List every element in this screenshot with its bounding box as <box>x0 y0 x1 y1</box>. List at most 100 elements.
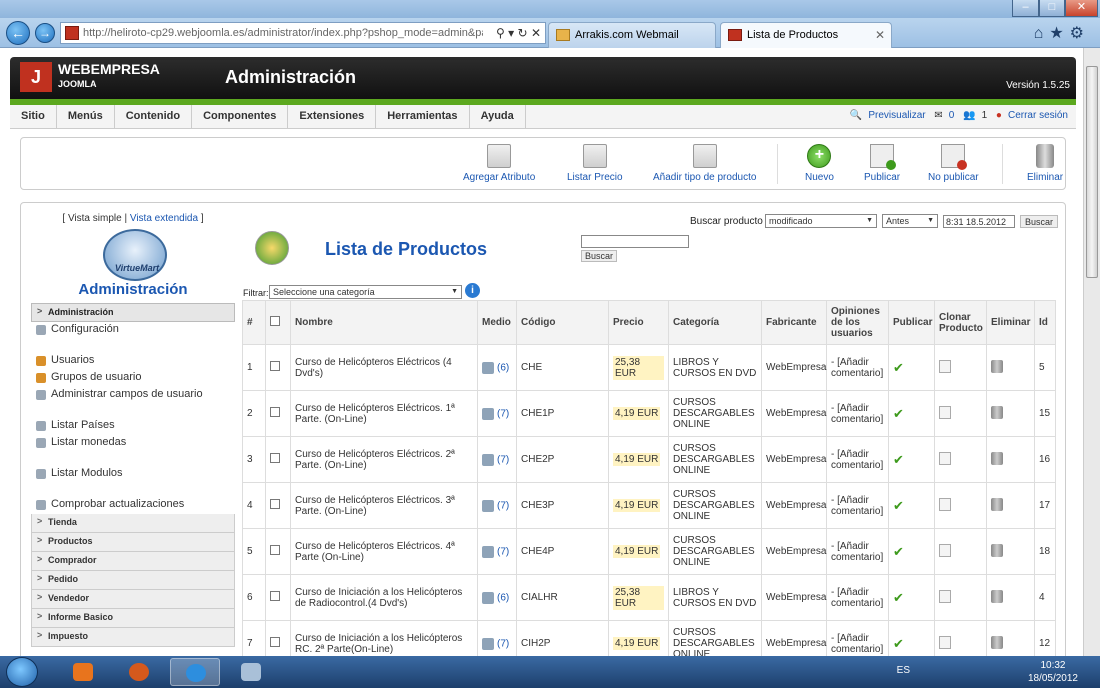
row-checkbox[interactable] <box>270 499 280 509</box>
row-delete[interactable] <box>986 482 1035 529</box>
published-check-icon[interactable]: ✔ <box>893 360 904 375</box>
row-clone[interactable] <box>934 482 987 529</box>
search-input[interactable] <box>581 235 689 248</box>
product-name-link[interactable]: Curso de Helicópteros Eléctricos. 3ª Par… <box>290 482 478 529</box>
taskbar-firefox[interactable] <box>114 658 164 686</box>
trash-icon[interactable] <box>991 635 1003 649</box>
sidebar-item-grupos[interactable]: Grupos de usuario <box>31 370 235 387</box>
system-clock[interactable]: 10:32 18/05/2012 <box>1028 659 1078 685</box>
row-price[interactable]: 4,19 EUR <box>608 436 669 483</box>
product-name-link[interactable]: Curso de Helicópteros Eléctricos. 2ª Par… <box>290 436 478 483</box>
stop-icon[interactable]: ✕ <box>531 26 541 40</box>
clone-icon[interactable] <box>939 589 951 603</box>
row-publish[interactable]: ✔ <box>888 482 935 529</box>
row-media[interactable]: (6) <box>477 344 517 391</box>
trash-icon[interactable] <box>991 543 1003 557</box>
dropdown-icon[interactable]: ▾ <box>508 26 514 40</box>
price-value[interactable]: 4,19 EUR <box>613 407 661 420</box>
clone-icon[interactable] <box>939 405 951 419</box>
col-name[interactable]: Nombre <box>290 300 478 345</box>
sidebar-cat-vendedor[interactable]: Vendedor <box>31 590 235 609</box>
menu-componentes[interactable]: Componentes <box>192 105 289 129</box>
search-product-button[interactable]: Buscar <box>1020 215 1059 228</box>
tab-webmail[interactable]: Arrakis.com Webmail <box>548 22 716 48</box>
price-value[interactable]: 4,19 EUR <box>613 499 661 512</box>
refresh-icon[interactable]: ↻ <box>518 26 528 40</box>
add-review-link[interactable]: - [Añadir comentario] <box>826 344 889 391</box>
close-window-button[interactable]: ✕ <box>1065 0 1098 17</box>
clone-icon[interactable] <box>939 497 951 511</box>
address-bar[interactable]: http://heliroto-cp29.webjoomla.es/admini… <box>60 22 546 44</box>
menu-extensiones[interactable]: Extensiones <box>288 105 377 129</box>
row-select[interactable] <box>265 390 291 437</box>
logout-link[interactable]: Cerrar sesión <box>1008 110 1068 121</box>
row-media[interactable]: (7) <box>477 528 517 575</box>
row-checkbox[interactable] <box>270 545 280 555</box>
page-scrollbar[interactable] <box>1083 48 1100 656</box>
trash-icon[interactable] <box>991 405 1003 419</box>
add-review-link[interactable]: - [Añadir comentario] <box>826 390 889 437</box>
row-publish[interactable]: ✔ <box>888 528 935 575</box>
add-attribute-button[interactable]: Agregar Atributo <box>463 144 535 183</box>
row-media[interactable]: (7) <box>477 436 517 483</box>
row-delete[interactable] <box>986 390 1035 437</box>
language-indicator[interactable]: ES <box>897 665 910 676</box>
gear-icon[interactable]: ⚙ <box>1070 25 1090 42</box>
menu-contenido[interactable]: Contenido <box>115 105 193 129</box>
price-value[interactable]: 25,38 EUR <box>613 585 664 610</box>
search-mode-select[interactable]: modificado <box>765 214 877 228</box>
tab-productos[interactable]: Lista de Productos ✕ <box>720 22 892 48</box>
sidebar-cat-pedido[interactable]: Pedido <box>31 571 235 590</box>
menu-sitio[interactable]: Sitio <box>10 105 57 129</box>
media-count[interactable]: (7) <box>497 454 509 465</box>
media-count[interactable]: (6) <box>497 592 509 603</box>
published-check-icon[interactable]: ✔ <box>893 636 904 651</box>
start-button[interactable] <box>6 657 38 687</box>
address-tools[interactable]: ⚲ ▾ ↻ ✕ <box>496 26 541 40</box>
sidebar-item-campos[interactable]: Administrar campos de usuario <box>31 387 235 404</box>
scrollbar-thumb[interactable] <box>1086 66 1098 278</box>
row-select[interactable] <box>265 574 291 621</box>
price-value[interactable]: 4,19 EUR <box>613 453 661 466</box>
add-review-link[interactable]: - [Añadir comentario] <box>826 436 889 483</box>
sidebar-item-paises[interactable]: Listar Países <box>31 418 235 435</box>
row-delete[interactable] <box>986 436 1035 483</box>
publish-button[interactable]: Publicar <box>864 144 900 183</box>
add-review-link[interactable]: - [Añadir comentario] <box>826 528 889 575</box>
menu-ayuda[interactable]: Ayuda <box>470 105 526 129</box>
maximize-button[interactable]: □ <box>1039 0 1065 17</box>
sidebar-cat-comprador[interactable]: Comprador <box>31 552 235 571</box>
row-select[interactable] <box>265 344 291 391</box>
product-name-link[interactable]: Curso de Helicópteros Eléctricos. 4ª Par… <box>290 528 478 575</box>
row-checkbox[interactable] <box>270 591 280 601</box>
info-icon[interactable]: i <box>465 283 480 298</box>
row-clone[interactable] <box>934 574 987 621</box>
media-count[interactable]: (7) <box>497 638 509 649</box>
row-publish[interactable]: ✔ <box>888 436 935 483</box>
row-delete[interactable] <box>986 574 1035 621</box>
delete-button[interactable]: Eliminar <box>1027 144 1063 183</box>
row-price[interactable]: 4,19 EUR <box>608 390 669 437</box>
row-media[interactable]: (6) <box>477 574 517 621</box>
row-clone[interactable] <box>934 436 987 483</box>
category-filter-select[interactable]: Seleccione una categoría <box>269 285 462 299</box>
sidebar-item-monedas[interactable]: Listar monedas <box>31 435 235 452</box>
sidebar-cat-impuesto[interactable]: Impuesto <box>31 628 235 647</box>
sidebar-cat-tienda[interactable]: Tienda <box>31 514 235 533</box>
row-price[interactable]: 4,19 EUR <box>608 528 669 575</box>
search-when-select[interactable]: Antes <box>882 214 938 228</box>
row-checkbox[interactable] <box>270 637 280 647</box>
search-button[interactable]: Buscar <box>581 250 618 262</box>
search-date-input[interactable]: 8:31 18.5.2012 <box>943 215 1015 228</box>
row-publish[interactable]: ✔ <box>888 390 935 437</box>
sidebar-cat-productos[interactable]: Productos <box>31 533 235 552</box>
product-name-link[interactable]: Curso de Helicópteros Eléctricos. 1ª Par… <box>290 390 478 437</box>
add-product-type-button[interactable]: Añadir tipo de producto <box>653 144 756 183</box>
add-review-link[interactable]: - [Añadir comentario] <box>826 482 889 529</box>
trash-icon[interactable] <box>991 589 1003 603</box>
add-review-link[interactable]: - [Añadir comentario] <box>826 574 889 621</box>
row-clone[interactable] <box>934 344 987 391</box>
media-count[interactable]: (7) <box>497 546 509 557</box>
view-extended-link[interactable]: Vista extendida <box>130 213 198 224</box>
clone-icon[interactable] <box>939 359 951 373</box>
